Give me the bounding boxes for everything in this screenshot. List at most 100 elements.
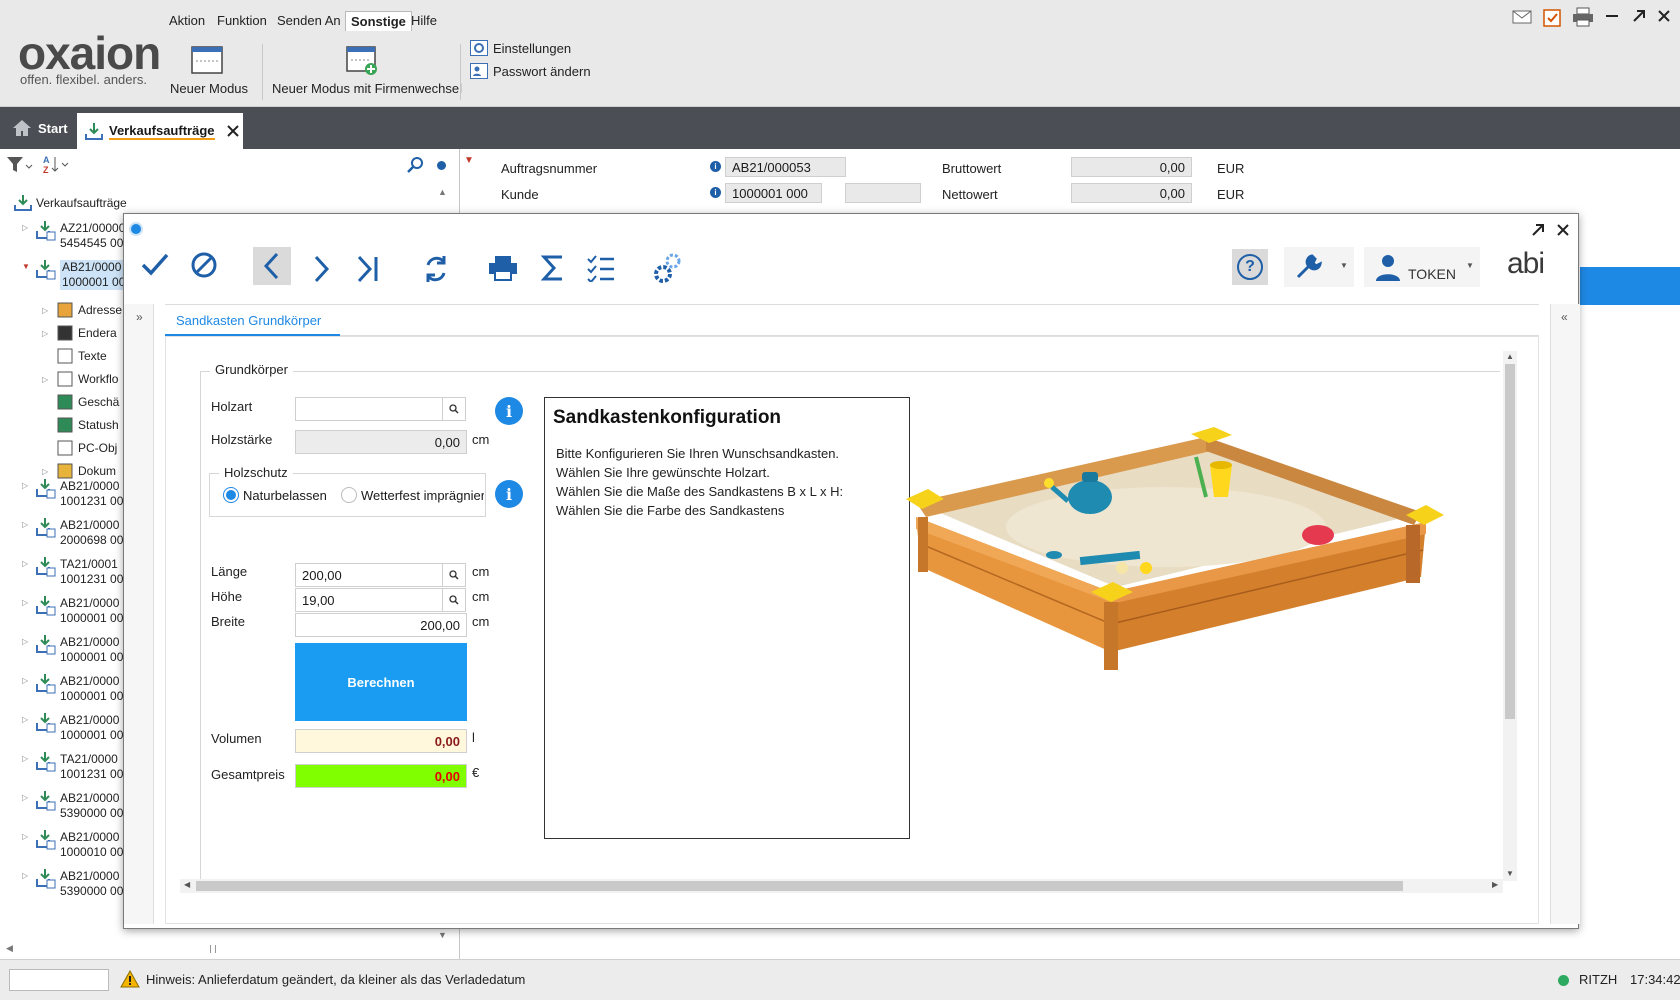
expand-node-icon[interactable]: ▷ (22, 598, 28, 607)
tree-child-node[interactable]: Texte (42, 347, 107, 365)
expand-node-icon[interactable]: ▷ (42, 303, 52, 318)
chevron-right-icon[interactable] (311, 254, 331, 284)
dialog-close-icon[interactable] (1556, 223, 1570, 237)
status-input[interactable] (9, 969, 109, 991)
gears-icon[interactable] (653, 252, 683, 284)
dialog-maximize-icon[interactable] (1531, 223, 1545, 237)
maximize-icon[interactable] (1632, 9, 1646, 23)
horizontal-scroll-thumb[interactable] (196, 881, 1403, 891)
holzstaerke-unit: cm (472, 432, 490, 447)
tree-child-node[interactable]: Geschä (42, 393, 119, 411)
neuer-modus-firmenwechsel-button[interactable]: Neuer Modus mit Firmenwechsel (270, 44, 462, 104)
scroll-left-icon[interactable]: ◀ (184, 880, 190, 889)
laenge-input[interactable]: 200,00 (295, 563, 443, 587)
sort-az-icon[interactable]: AZ (42, 154, 74, 174)
scroll-up-icon[interactable]: ▲ (1506, 352, 1514, 361)
help-button[interactable]: ? (1232, 249, 1268, 285)
close-tab-icon[interactable] (226, 125, 239, 137)
tab-start[interactable]: Start (12, 107, 68, 149)
hoehe-input[interactable]: 19,00 (295, 588, 443, 612)
passwort-aendern-button[interactable]: Passwort ändern (470, 63, 591, 79)
einstellungen-button[interactable]: Einstellungen (470, 40, 571, 56)
expand-node-icon[interactable]: ▷ (22, 481, 28, 490)
expand-node-icon[interactable]: ▷ (42, 326, 52, 341)
user-key-icon (470, 63, 488, 79)
radio-naturbelassen[interactable]: Naturbelassen (223, 487, 327, 503)
tasks-icon[interactable] (1543, 7, 1561, 27)
expand-node-icon[interactable]: ▷ (22, 559, 28, 568)
scroll-up-icon[interactable]: ▲ (438, 187, 447, 197)
expand-node-icon[interactable]: ▷ (42, 464, 52, 479)
tree-child-node[interactable]: ▷ Workflo (42, 370, 118, 388)
holzart-info-icon[interactable]: i (495, 397, 523, 425)
expand-node-icon[interactable]: ▷ (22, 871, 28, 880)
scroll-right-icon[interactable]: ▶ (1492, 880, 1498, 889)
expand-node-icon[interactable]: ▷ (22, 520, 28, 529)
expand-node-icon[interactable]: ▷ (22, 715, 28, 724)
minimize-icon[interactable] (1606, 15, 1618, 17)
expand-node-icon[interactable]: ▷ (22, 832, 28, 841)
mail-icon[interactable] (1512, 9, 1532, 25)
scroll-down-icon[interactable]: ▼ (438, 930, 447, 940)
print-icon[interactable] (488, 255, 518, 281)
user-menu-button[interactable]: TOKEN ▼ (1364, 247, 1480, 287)
menu-funktion[interactable]: Funktion (217, 13, 267, 28)
radio-wetterfest[interactable]: Wetterfest imprägniert (341, 487, 484, 503)
collapse-arrow-icon[interactable]: ▼ (464, 155, 474, 166)
menu-hilfe[interactable]: Hilfe (411, 13, 437, 28)
order-icon (36, 557, 56, 577)
tree-node-line1: AB21/0000 (60, 518, 120, 532)
berechnen-button[interactable]: Berechnen (295, 643, 467, 721)
collapse-node-icon[interactable]: ▼ (22, 262, 30, 271)
previous-button[interactable] (253, 247, 291, 285)
holzart-input[interactable] (295, 397, 443, 421)
scroll-thumb[interactable] (210, 945, 216, 953)
cancel-icon[interactable] (189, 250, 219, 280)
info-icon[interactable]: i (710, 161, 721, 172)
checklist-icon[interactable] (586, 254, 616, 282)
tab-verkaufsauftraege[interactable]: Verkaufsaufträge (77, 113, 243, 149)
refresh-icon[interactable] (422, 253, 450, 285)
expand-node-icon[interactable]: ▷ (22, 793, 28, 802)
info-icon[interactable]: i (710, 187, 721, 198)
tools-menu-button[interactable]: ▼ (1284, 247, 1354, 287)
tree-child-node[interactable]: PC-Obj (42, 439, 117, 457)
holzschutz-info-icon[interactable]: i (495, 480, 523, 508)
expand-node-icon[interactable]: ▷ (22, 223, 28, 232)
last-record-icon[interactable] (356, 254, 380, 284)
search-icon[interactable] (407, 156, 425, 174)
kunde-field[interactable]: 1000001 000 (725, 183, 822, 203)
tree-child-node[interactable]: ▷ Adresse (42, 301, 122, 319)
tab-sandkasten[interactable]: Sandkasten Grundkörper (165, 306, 340, 336)
scroll-left-icon[interactable]: ◀ (6, 943, 13, 954)
menu-senden-an[interactable]: Senden An (277, 13, 341, 28)
hoehe-search-button[interactable] (442, 588, 466, 612)
expand-right-icon[interactable]: « (1561, 310, 1568, 324)
expand-node-icon[interactable]: ▷ (22, 637, 28, 646)
neuer-modus-button[interactable]: Neuer Modus (168, 44, 248, 104)
menu-sonstige[interactable]: Sonstige (345, 11, 412, 31)
breite-input[interactable]: 200,00 (295, 613, 467, 637)
sum-icon[interactable] (541, 254, 565, 282)
percent-icon (56, 324, 74, 342)
expand-node-icon[interactable]: ▷ (22, 676, 28, 685)
kunde-name-field[interactable] (845, 183, 921, 203)
expand-left-icon[interactable]: » (136, 310, 143, 324)
tree-child-node[interactable]: Statush (42, 416, 119, 434)
order-icon (36, 674, 56, 694)
holzart-search-button[interactable] (442, 397, 466, 421)
close-app-icon[interactable] (1657, 9, 1671, 23)
printer-icon[interactable] (1572, 7, 1594, 27)
expand-node-icon[interactable]: ▷ (22, 754, 28, 763)
expand-node-icon[interactable]: ▷ (42, 372, 52, 387)
tree-child-node[interactable]: ▷ Dokum (42, 462, 116, 480)
auftragsnummer-field[interactable]: AB21/000053 (725, 157, 846, 177)
confirm-icon[interactable] (140, 250, 170, 280)
laenge-search-button[interactable] (442, 563, 466, 587)
scroll-down-icon[interactable]: ▼ (1506, 869, 1514, 878)
filter-icon[interactable] (6, 156, 34, 174)
tree-child-node[interactable]: ▷ Endera (42, 324, 117, 342)
tree-root[interactable]: Verkaufsaufträge (14, 195, 127, 211)
menu-aktion[interactable]: Aktion (169, 13, 205, 28)
vertical-scroll-thumb[interactable] (1505, 364, 1515, 719)
